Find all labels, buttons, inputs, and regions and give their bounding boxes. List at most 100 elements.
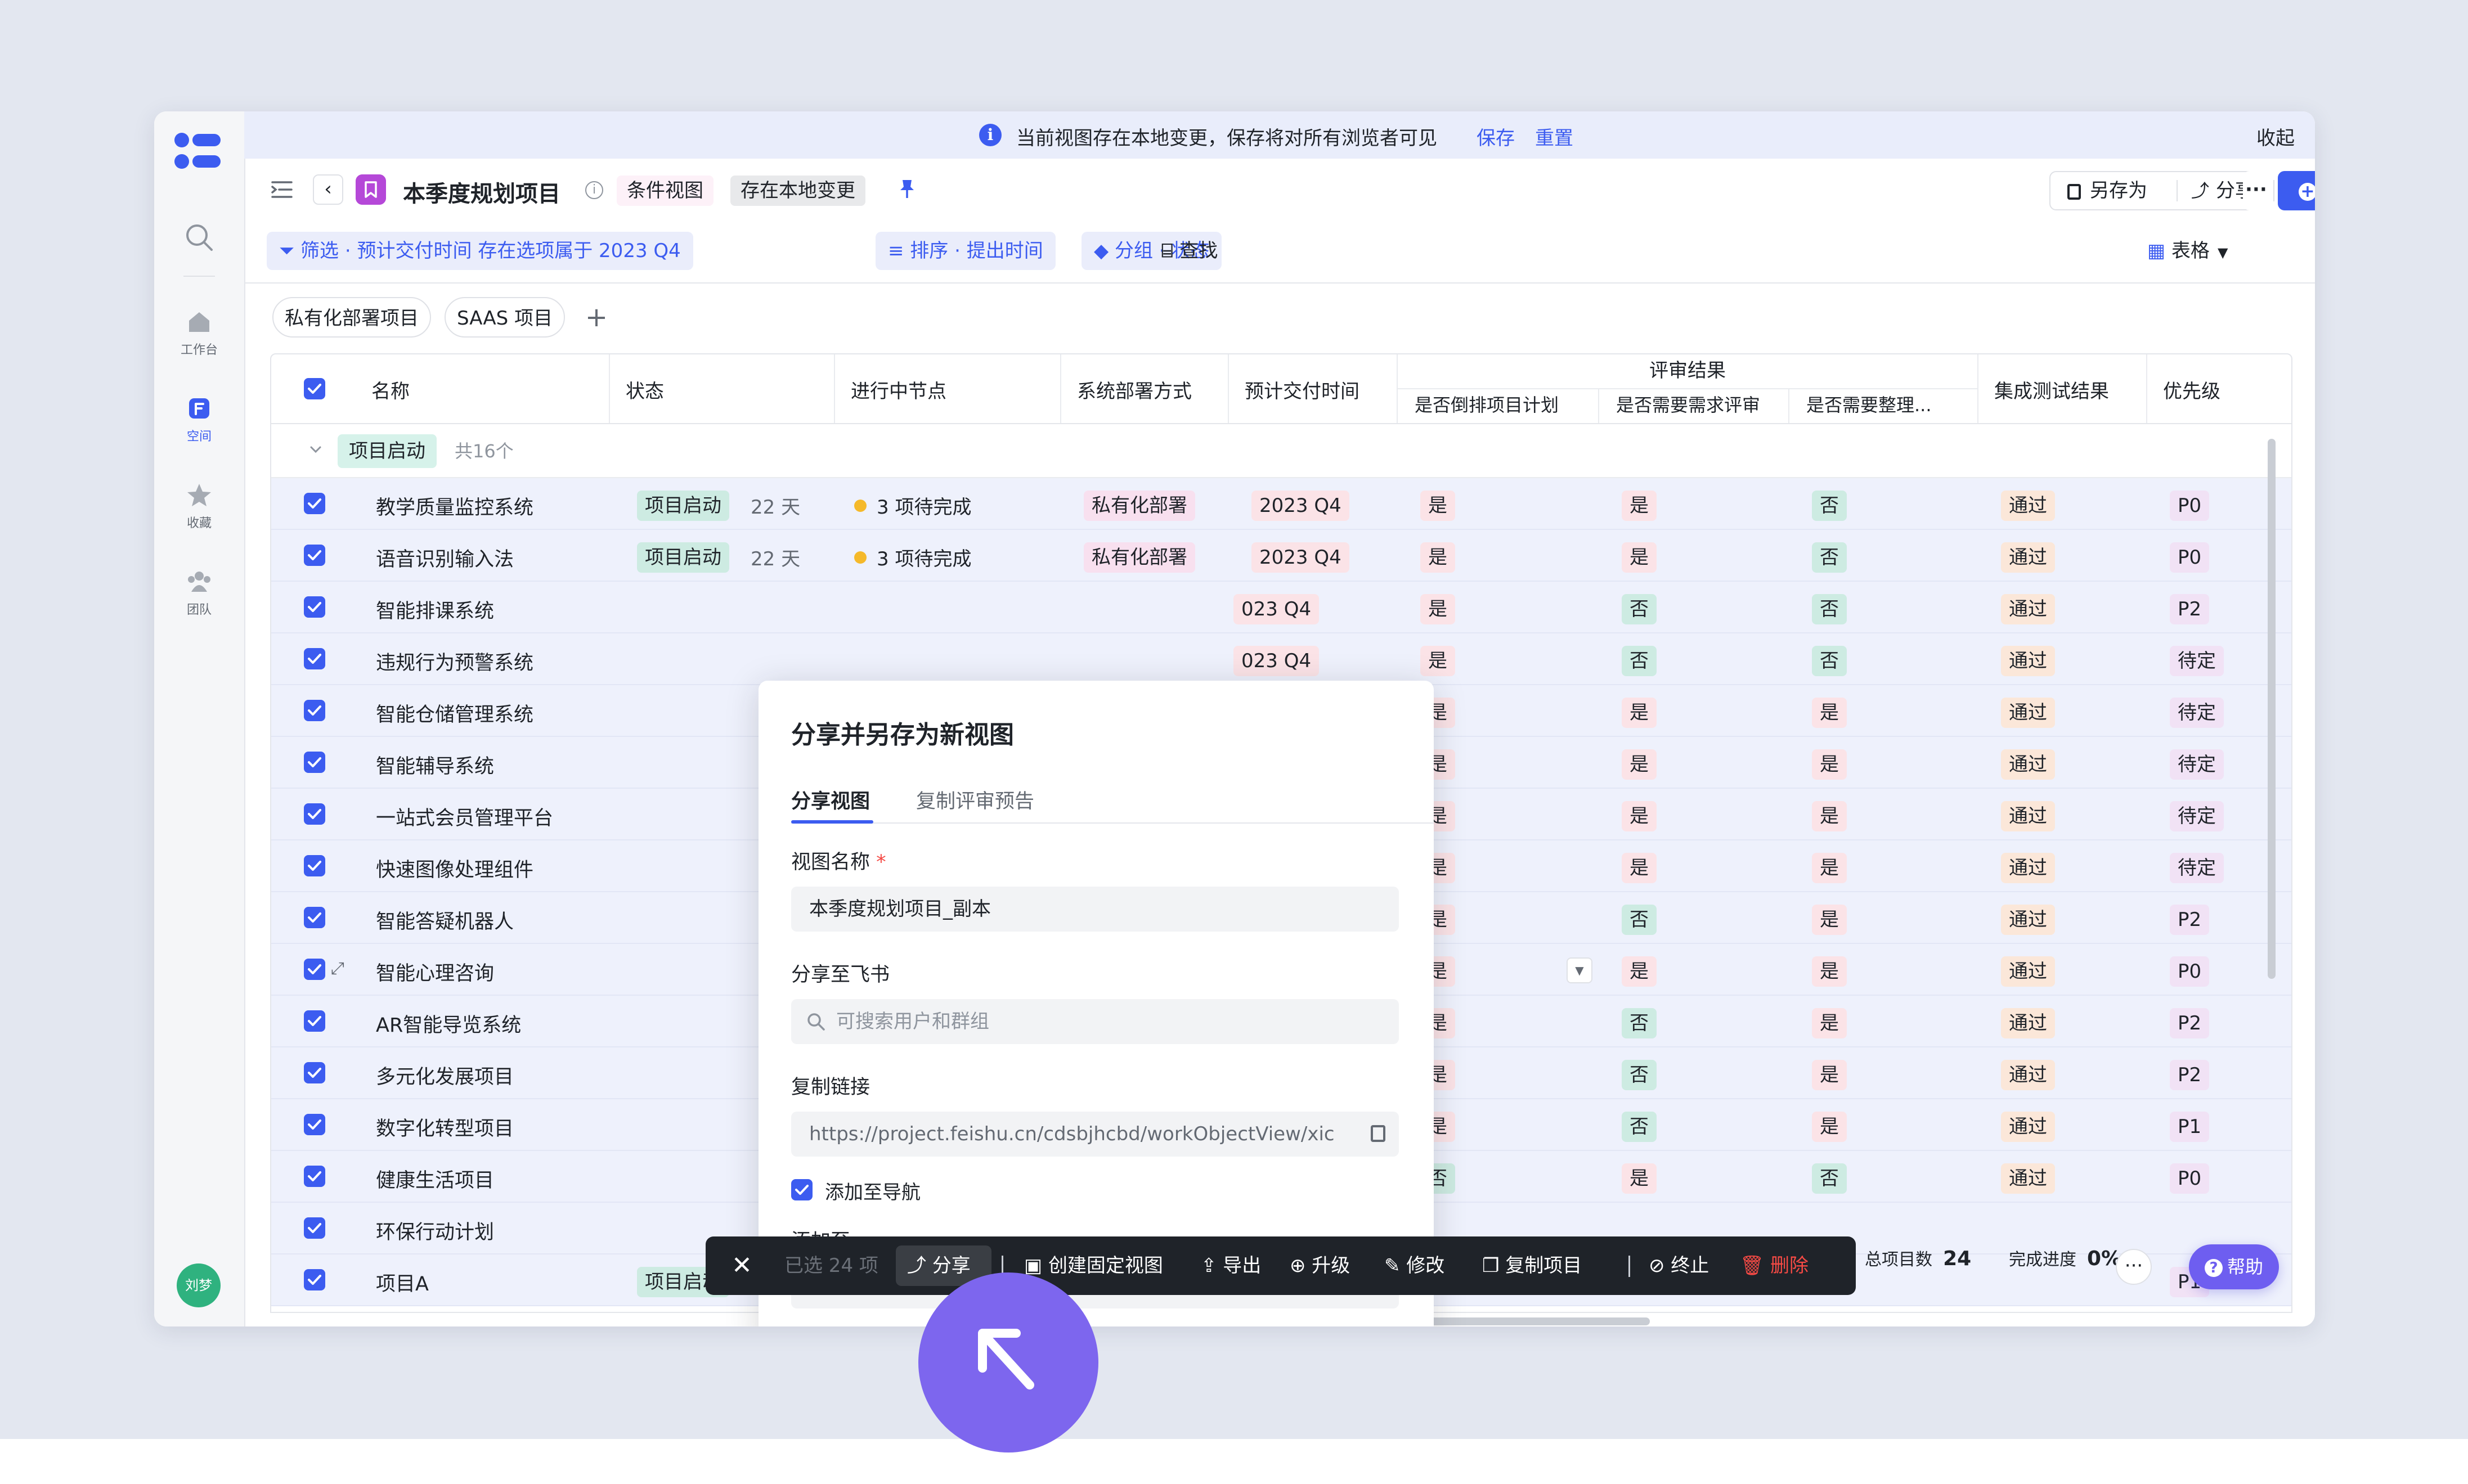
column-header-deploy[interactable]: 系统部署方式 [1061, 354, 1229, 423]
notice-text: 当前视图存在本地变更，保存将对所有浏览者可见 [1016, 127, 1437, 150]
sort-button[interactable]: ≡ 排序 · 提出时间 [876, 232, 1056, 270]
cell-dropdown-button[interactable]: ▼ [1567, 957, 1592, 983]
toggle-nav-icon[interactable] [269, 177, 295, 203]
project-name[interactable]: 智能心理咨询 [376, 957, 494, 986]
project-name[interactable]: 一站式会员管理平台 [376, 802, 553, 831]
add-to-nav-label[interactable]: 添加至导航 [825, 1177, 921, 1204]
row-checkbox[interactable] [304, 700, 325, 721]
filter-button[interactable]: ⏷ 筛选 · 预计交付时间 存在选项属于 2023 Q4 [267, 232, 693, 270]
node-progress[interactable]: 3 项待完成 [877, 492, 971, 519]
column-header-status[interactable]: 状态 [610, 354, 835, 423]
row-checkbox[interactable] [304, 1010, 325, 1032]
row-checkbox[interactable] [304, 752, 325, 773]
row-checkbox[interactable] [304, 1217, 325, 1239]
stop-button[interactable]: ⊘ 终止 [1649, 1236, 1709, 1295]
node-progress[interactable]: 3 项待完成 [877, 543, 971, 571]
more-button[interactable]: ··· [2243, 171, 2271, 210]
summary-more-button[interactable]: ··· [2116, 1249, 2152, 1285]
row-checkbox[interactable] [304, 648, 325, 669]
expand-icon[interactable]: ⤢ [331, 959, 344, 978]
project-name[interactable]: 环保行动计划 [376, 1216, 494, 1245]
question-icon: ? [2204, 1259, 2223, 1277]
row-checkbox[interactable] [304, 855, 325, 876]
close-icon[interactable]: ✕ [732, 1236, 752, 1295]
reset-link[interactable]: 重置 [1535, 123, 1573, 150]
sidebar-item-space[interactable]: 空间 [154, 394, 244, 456]
delivery-tag: 2023 Q4 [1251, 491, 1349, 521]
row-checkbox[interactable] [304, 803, 325, 825]
copy-icon[interactable] [1371, 1125, 1385, 1142]
project-name[interactable]: 多元化发展项目 [376, 1061, 514, 1090]
row-checkbox[interactable] [304, 493, 325, 514]
collapse-link[interactable]: 收起 [2256, 123, 2295, 150]
project-name[interactable]: 语音识别输入法 [376, 543, 514, 572]
row-checkbox[interactable] [304, 1114, 325, 1135]
view-tag-private[interactable]: 私有化部署项目 [272, 297, 431, 338]
project-name[interactable]: 健康生活项目 [376, 1164, 494, 1193]
info-icon[interactable]: i [585, 181, 603, 199]
row-checkbox[interactable] [304, 1062, 325, 1083]
search-icon[interactable] [183, 222, 215, 253]
add-view-tag-button[interactable]: + [580, 300, 613, 334]
edit-button[interactable]: ✎ 修改 [1384, 1236, 1444, 1295]
project-name[interactable]: 智能答疑机器人 [376, 906, 514, 934]
sidebar-item-favorites[interactable]: 收藏 [154, 480, 244, 542]
app-logo[interactable] [174, 133, 222, 172]
column-header-node[interactable]: 进行中节点 [835, 354, 1061, 423]
copy-project-button[interactable]: ❐ 复制项目 [1482, 1236, 1582, 1295]
review-3-tag: 否 [1812, 1163, 1847, 1194]
row-checkbox[interactable] [304, 1166, 325, 1187]
find-button[interactable]: ⌸ 查找 [1161, 232, 1218, 270]
view-tag-saas[interactable]: SAAS 项目 [445, 297, 566, 338]
back-button[interactable]: ‹ [313, 174, 343, 205]
select-all-checkbox[interactable] [304, 378, 325, 399]
column-header-review-3[interactable]: 是否需要整理... [1789, 389, 1978, 423]
vertical-scrollbar[interactable] [2268, 439, 2276, 979]
tab-copy-review[interactable]: 复制评审预告 [916, 785, 1034, 814]
sidebar-item-team[interactable]: 团队 [154, 567, 244, 629]
chevron-down-icon[interactable] [307, 441, 324, 458]
share-to-search-input[interactable]: 可搜索用户和群组 [791, 999, 1399, 1044]
project-name[interactable]: 快速图像处理组件 [376, 854, 533, 883]
help-button[interactable]: ? 帮助 [2189, 1244, 2279, 1289]
new-button[interactable]: +新建 [2278, 171, 2315, 210]
save-as-button[interactable]: 另存为 [2067, 172, 2147, 209]
project-name[interactable]: 数字化转型项目 [376, 1113, 514, 1141]
column-header-review-2[interactable]: 是否需要需求评审 [1599, 389, 1789, 423]
table-row[interactable]: 智能排课系统 023 Q4 是 否 否 通过 P2 [271, 582, 2291, 633]
row-checkbox[interactable] [304, 959, 325, 980]
view-name-input[interactable]: 本季度规划项目_副本 [791, 887, 1399, 932]
delete-button[interactable]: 🗑 删除 [1740, 1236, 1809, 1295]
add-to-nav-checkbox[interactable] [791, 1179, 813, 1200]
column-header-priority[interactable]: 优先级 [2147, 354, 2291, 423]
view-type-select[interactable]: ▦ 表格 ▼ [2147, 232, 2228, 270]
row-checkbox[interactable] [304, 545, 325, 566]
column-header-test[interactable]: 集成测试结果 [1978, 354, 2147, 423]
tab-share-view[interactable]: 分享视图 [791, 785, 870, 814]
row-checkbox[interactable] [304, 1269, 325, 1290]
project-name[interactable]: 智能辅导系统 [376, 750, 494, 779]
column-header-delivery[interactable]: 预计交付时间 [1229, 354, 1398, 423]
upgrade-button[interactable]: ⊕ 升级 [1290, 1236, 1350, 1295]
row-checkbox[interactable] [304, 907, 325, 928]
header-select-all[interactable] [271, 354, 325, 423]
project-name[interactable]: 智能排课系统 [376, 595, 494, 624]
table-row[interactable]: 违规行为预警系统 023 Q4 是 否 否 通过 待定 [271, 633, 2291, 685]
column-header-review-1[interactable]: 是否倒排项目计划 [1398, 389, 1599, 423]
avatar[interactable]: 刘梦 [177, 1263, 221, 1307]
table-row[interactable]: 语音识别输入法 项目启动 22 天 3 项待完成 私有化部署 2023 Q4 是 是 否 通过 P0 [271, 530, 2291, 582]
project-name[interactable]: 违规行为预警系统 [376, 647, 533, 676]
pin-icon[interactable] [897, 178, 917, 200]
project-name[interactable]: AR智能导览系统 [376, 1009, 521, 1038]
export-button[interactable]: ⇪ 导出 [1201, 1236, 1261, 1295]
project-name[interactable]: 项目A [376, 1268, 429, 1297]
row-checkbox[interactable] [304, 596, 325, 618]
save-link[interactable]: 保存 [1477, 123, 1515, 150]
pencil-icon: ✎ [1384, 1254, 1407, 1277]
copy-link-field[interactable]: https://project.feishu.cn/cdsbjhcbd/work… [791, 1112, 1399, 1157]
table-row[interactable]: 教学质量监控系统 项目启动 22 天 3 项待完成 私有化部署 2023 Q4 是 是 否 通过 P… [271, 478, 2291, 530]
column-header-name[interactable]: 名称 [356, 354, 610, 423]
sidebar-item-workbench[interactable]: 工作台 [154, 307, 244, 369]
project-name[interactable]: 教学质量监控系统 [376, 492, 533, 520]
project-name[interactable]: 智能仓储管理系统 [376, 699, 533, 727]
